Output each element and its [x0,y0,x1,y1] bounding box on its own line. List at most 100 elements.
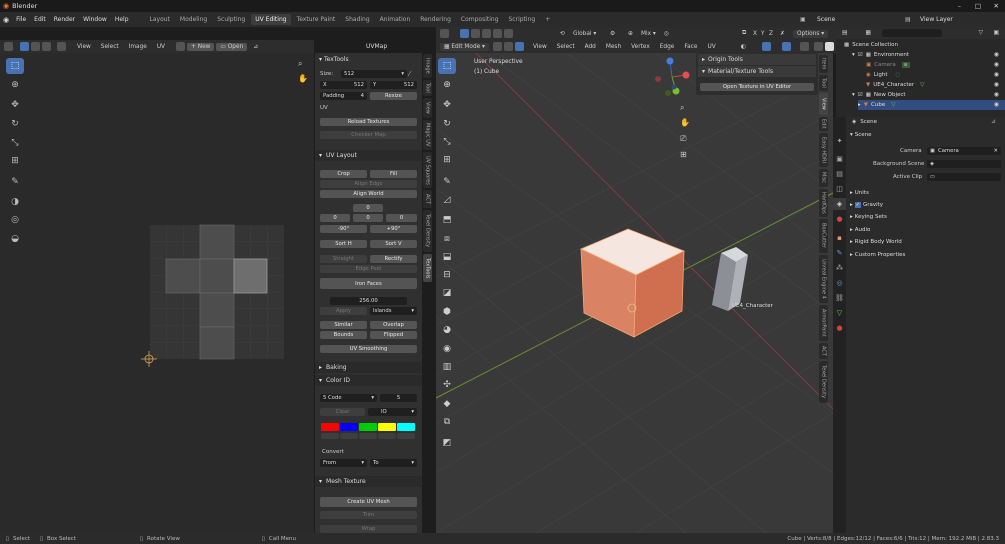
data-properties-icon[interactable]: ▽ [833,307,846,319]
select-box-icon[interactable] [460,29,469,38]
camera-field[interactable]: ▣ Camera ✕ [927,147,1001,155]
checkbox-icon[interactable]: ☑ [858,52,863,58]
vp-menu-face[interactable]: Face [680,43,701,51]
baking-header[interactable]: ▸ Baking [315,362,422,373]
filter-icon[interactable]: ▽ [979,30,983,36]
shading-wireframe-icon[interactable] [813,42,823,51]
tab-tool[interactable]: Tool [819,75,828,91]
move-tool-icon[interactable]: ✥ [6,97,24,113]
scale-tool-icon[interactable]: ⤡ [438,134,456,150]
outliner-item-new-object[interactable]: ▾ ☑ ▦ New Object [852,90,906,100]
fill-button[interactable]: Fill [370,170,417,178]
checkbox-icon[interactable]: ☑ [858,92,863,98]
select-mode-edge-icon[interactable] [31,42,40,51]
wrench-icon[interactable]: ✗ [780,31,785,37]
close-button[interactable]: ✕ [994,2,999,10]
active-clip-field[interactable]: ▭ [927,173,1001,181]
rigid-body-world-section[interactable]: ▸ Rigid Body World [850,237,902,247]
tab-act[interactable]: ACT [819,343,828,359]
navigation-gizmo[interactable] [652,57,692,97]
face-select-icon[interactable] [514,42,524,51]
visibility-eye-icon[interactable]: ◉ [994,81,999,88]
tweak-tool-icon[interactable]: ⬚ [6,58,24,74]
xray-icon[interactable] [799,42,809,51]
inset-tool-icon[interactable]: ⧈ [438,231,456,247]
maximize-button[interactable]: □ [975,2,981,10]
annotate-tool-icon[interactable]: ✎ [6,174,24,190]
select-mode-icon[interactable] [493,29,502,38]
vp-menu-view[interactable]: View [529,43,551,51]
gizmo-icon[interactable] [761,42,771,51]
tool-properties-icon[interactable]: ✦ [833,135,846,147]
particle-properties-icon[interactable]: ⁂ [833,262,846,274]
physics-properties-icon[interactable]: ◎ [833,277,846,289]
trim-button[interactable]: Trim [320,511,417,519]
select-bounds-button[interactable]: Bounds [320,331,367,339]
shrink-tool-icon[interactable]: ✣ [438,377,456,393]
tab-scripting[interactable]: Scripting [505,14,540,25]
new-image-button[interactable]: + New [187,42,215,51]
proportional-icon[interactable]: ◎ [664,31,669,37]
select-flipped-button[interactable]: Flipped [370,331,417,339]
pan-hand-icon[interactable]: ✋ [298,74,308,83]
rotate-tool-icon[interactable]: ↻ [6,116,24,132]
align-right-button[interactable]: 0 [386,214,417,222]
uv-menu-select[interactable]: Select [97,43,123,51]
select-tool-icon[interactable]: ⬚ [438,58,456,74]
zoom-icon[interactable]: ⌕ [298,59,302,69]
custom-properties-section[interactable]: ▸ Custom Properties [850,250,905,260]
origin-tools-header[interactable]: ▸ Origin Tools [698,54,816,65]
open-texture-in-uv-button[interactable]: Open Texture in UV Editor [700,83,814,91]
tab-textools[interactable]: TexTools [423,254,432,282]
extrude-tool-icon[interactable]: ⬒ [438,212,456,228]
tab-compositing[interactable]: Compositing [457,14,503,25]
convert-from-dropdown[interactable]: From ▾ [320,459,367,467]
smooth-tool-icon[interactable]: ◉ [438,341,456,357]
axis-z[interactable]: Z [769,31,773,37]
iron-faces-button[interactable]: Iron Faces [320,278,417,289]
visibility-eye-icon[interactable]: ◉ [994,71,999,78]
tab-texel-density[interactable]: Texel Density [819,361,828,403]
assign-color-button-4[interactable] [378,433,396,439]
uv-smoothing-button[interactable]: UV Smoothing [320,345,417,353]
wrap-button[interactable]: Wrap [320,525,417,533]
visibility-eye-icon[interactable]: ◉ [994,61,999,68]
select-mode-face-icon[interactable] [42,42,51,51]
spin-tool-icon[interactable]: ◕ [438,322,456,338]
rip-tool-icon[interactable]: ⧉ [438,414,456,430]
transform-tool-icon[interactable]: ⊞ [6,153,24,169]
convert-to-dropdown[interactable]: To ▾ [370,459,417,467]
color-id-header[interactable]: ▾ Color ID [315,375,422,386]
gravity-checkbox-icon[interactable]: ✓ [854,202,861,208]
overlay-icon[interactable] [781,42,791,51]
assign-color-button-1[interactable] [321,433,339,439]
uv-menu-view[interactable]: View [73,43,95,51]
tab-view[interactable]: View [423,98,432,118]
tab-misc[interactable]: Misc [819,169,828,187]
gravity-section[interactable]: ▸ ✓ Gravity [850,200,883,210]
scale-tool-icon[interactable]: ⤡ [6,135,24,151]
visibility-eye-icon[interactable]: ◉ [994,51,999,58]
align-center-button[interactable]: 0 [353,214,383,222]
shading-solid-icon[interactable] [824,42,834,51]
select-mode-icon[interactable] [504,29,513,38]
rectify-button[interactable]: Rectify [370,255,417,263]
select-similar-button[interactable]: Similar [320,321,367,329]
size-y-field[interactable]: Y 512 [370,81,417,89]
outliner-item-ue4-character[interactable]: ▼ UE4_Character ▽ [866,80,924,90]
mesh-texture-header[interactable]: ▾ Mesh Texture [315,476,422,487]
tab-tool[interactable]: Tool [423,80,432,96]
texel-value-field[interactable]: 256.00 [330,297,407,305]
visibility-eye-icon[interactable]: ◉ [994,91,999,98]
outliner-item-light[interactable]: ◉ Light ◌ [866,70,900,80]
image-browse-icon[interactable] [176,42,186,51]
pin-icon[interactable]: ⊿ [253,44,258,50]
outliner-item-cube[interactable]: ▸ ▼ Cube ▽ [858,100,1005,110]
add-workspace-button[interactable]: + [541,14,554,25]
clear-button[interactable]: Clear [320,408,365,416]
tab-act[interactable]: ACT [423,190,432,208]
edge-peel-button[interactable]: Edge Peel [320,265,417,273]
tab-uv-squares[interactable]: UV Squares [423,152,432,188]
tab-edit[interactable]: Edit [819,117,828,131]
reload-textures-button[interactable]: Reload Textures [320,118,417,126]
